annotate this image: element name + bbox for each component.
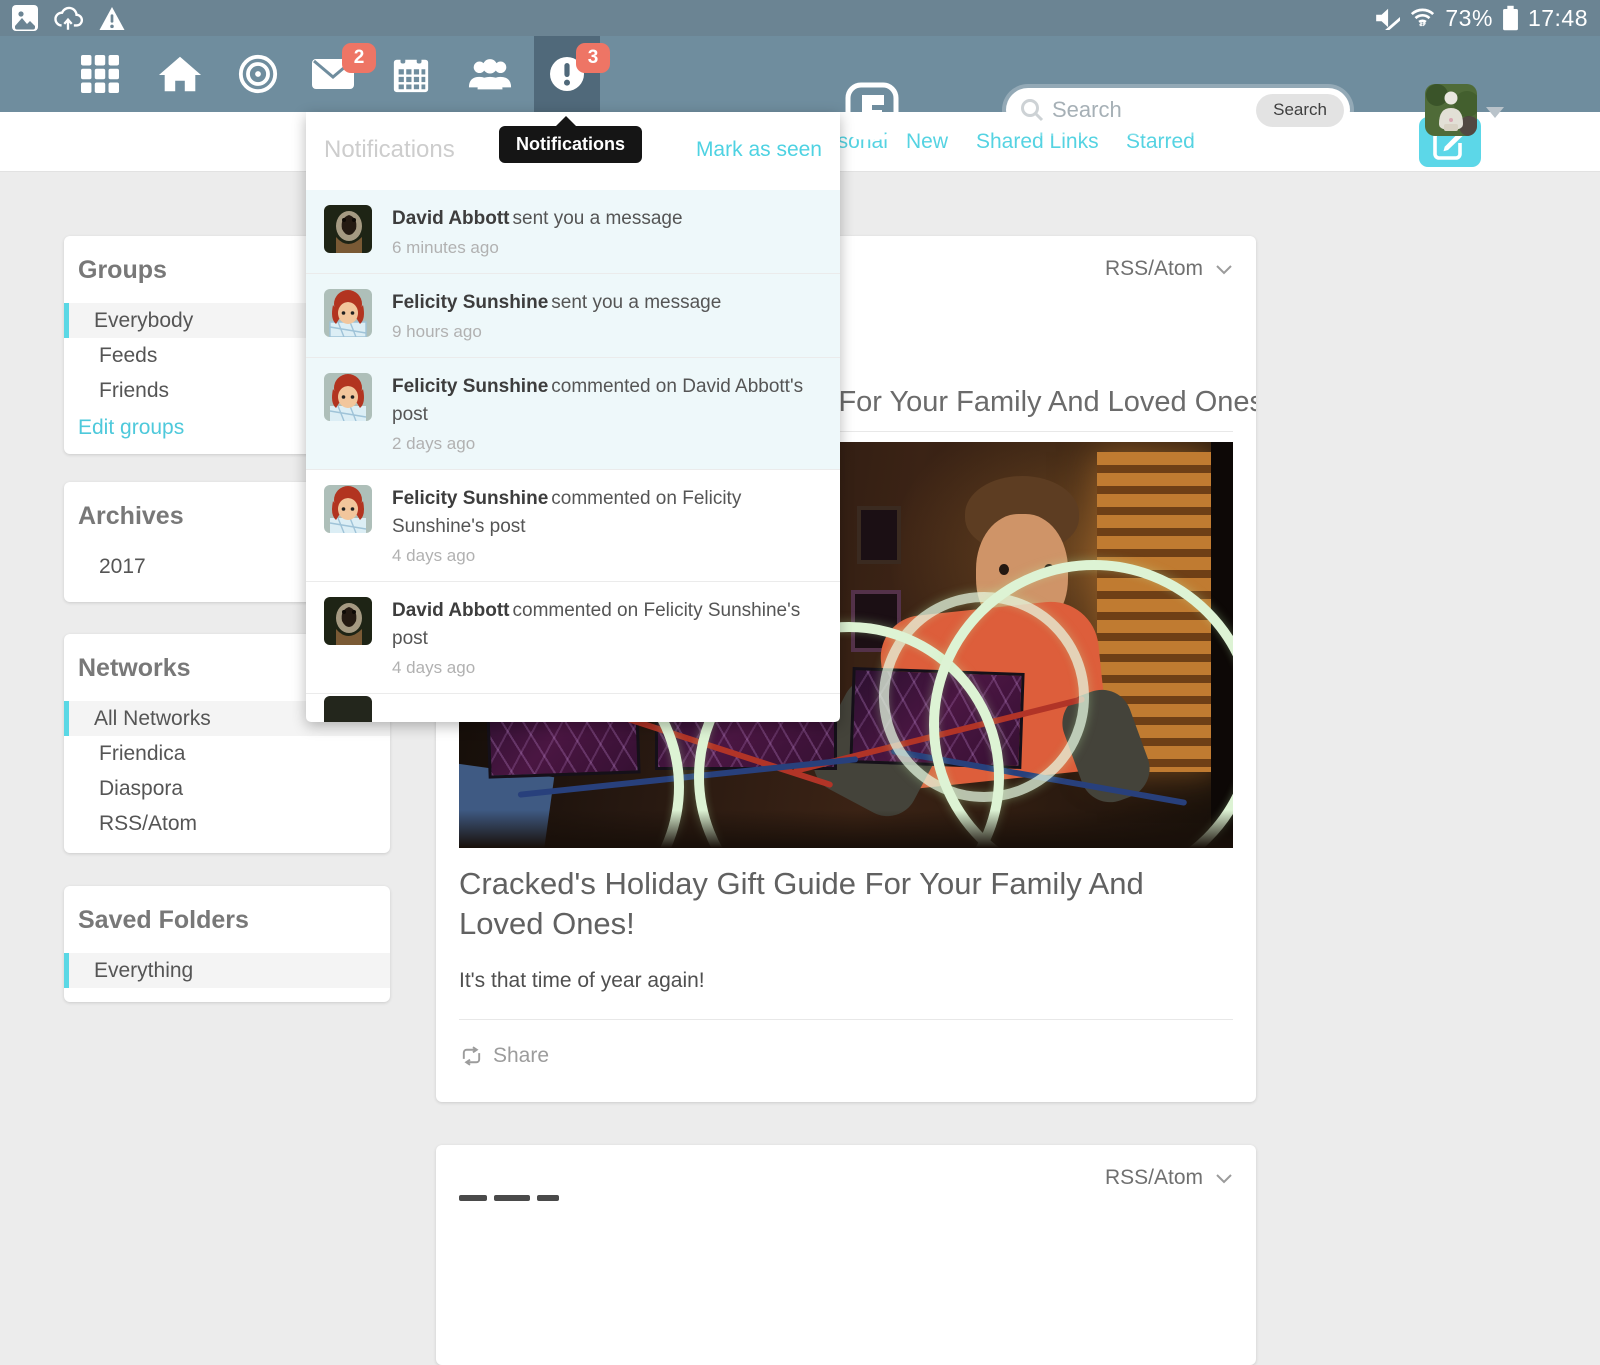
messages-badge: 2 (342, 43, 376, 73)
avatar-clipped (324, 696, 372, 722)
notification-text: Felicity Sunshinecommented on David Abbo… (392, 373, 820, 429)
post-network-label: RSS/Atom (1105, 1166, 1203, 1190)
avatar-monkey (324, 597, 372, 645)
search-box: Search (1006, 88, 1350, 132)
nav-contacts-button[interactable] (457, 36, 523, 112)
avatar-red-haired-girl (324, 289, 372, 337)
search-icon (1020, 98, 1044, 122)
status-bar: 73% 17:48 (0, 0, 1600, 36)
network-friendica[interactable]: Friendica (64, 736, 390, 771)
nav-bar: 2 3 Search (0, 36, 1600, 112)
avatar-red-haired-girl (324, 485, 372, 533)
calendar-icon (391, 53, 431, 95)
nav-messages-button[interactable]: 2 (300, 36, 366, 112)
saved-folders-title: Saved Folders (64, 886, 390, 953)
notification-time: 4 days ago (392, 656, 820, 680)
apps-grid-icon (81, 55, 119, 93)
avatar-monkey (324, 205, 372, 253)
notification-item[interactable]: Felicity Sunshinecommented on Felicity S… (306, 469, 840, 581)
chevron-down-icon (1215, 1173, 1233, 1184)
warning-icon (98, 6, 126, 31)
battery-icon (1502, 5, 1519, 31)
nav-home-button[interactable] (147, 36, 213, 112)
wifi-icon (1409, 6, 1436, 30)
notification-item[interactable]: David Abbottsent you a message 6 minutes… (306, 190, 840, 273)
user-avatar[interactable] (1425, 84, 1477, 136)
post-network-dropdown[interactable]: RSS/Atom (459, 1163, 1233, 1193)
notification-time: 2 days ago (392, 432, 820, 456)
network-diaspora[interactable]: Diaspora (64, 771, 390, 806)
nav-apps-button[interactable] (67, 36, 133, 112)
post-card: RSS/Atom (436, 1145, 1256, 1365)
notification-time: 4 days ago (392, 544, 820, 568)
notification-text: Felicity Sunshinecommented on Felicity S… (392, 485, 820, 541)
share-button[interactable]: Share (459, 1044, 1233, 1068)
share-label: Share (493, 1044, 549, 1068)
tab-new[interactable]: New (906, 112, 948, 172)
mute-icon (1374, 6, 1400, 30)
battery-percent: 73% (1445, 5, 1493, 32)
search-button[interactable]: Search (1256, 94, 1344, 127)
home-icon (158, 54, 202, 94)
chevron-down-icon (1215, 264, 1233, 275)
notification-item[interactable]: David Abbottcommented on Felicity Sunshi… (306, 581, 840, 693)
notification-text: David Abbottsent you a message (392, 205, 820, 233)
link-preview-description: It's that time of year again! (459, 969, 1233, 993)
nav-notifications-button[interactable]: 3 (534, 36, 600, 112)
image-boy-eye (999, 564, 1009, 575)
link-preview-title[interactable]: Cracked's Holiday Gift Guide For Your Fa… (459, 864, 1233, 945)
friendica-logo[interactable] (845, 82, 899, 140)
notification-item-clipped[interactable] (306, 693, 840, 707)
image-picture-frame (857, 506, 901, 564)
mark-as-seen-link[interactable]: Mark as seen (696, 138, 822, 162)
notifications-dropdown: Notifications Mark as seen David Abbotts… (306, 112, 840, 722)
user-menu-caret-icon[interactable] (1486, 107, 1504, 118)
clock: 17:48 (1528, 5, 1588, 32)
folder-everything[interactable]: Everything (64, 953, 390, 988)
divider (459, 1019, 1233, 1020)
share-icon (459, 1046, 484, 1066)
notification-text: Felicity Sunshinesent you a message (392, 289, 820, 317)
saved-folders-panel: Saved Folders Everything (64, 886, 390, 1002)
search-input[interactable] (1052, 97, 1256, 123)
nav-events-button[interactable] (378, 36, 444, 112)
notification-time: 6 minutes ago (392, 236, 820, 260)
notifications-title: Notifications (324, 136, 455, 164)
post-network-label: RSS/Atom (1105, 257, 1203, 281)
image-floor-shadow (459, 810, 1233, 848)
status-left-icons (12, 5, 126, 31)
notifications-tooltip: Notifications (499, 126, 642, 163)
notification-time: 9 hours ago (392, 320, 820, 344)
cloud-upload-icon (52, 5, 84, 31)
contacts-icon (467, 54, 513, 94)
bullseye-icon (237, 53, 279, 95)
nav-network-button[interactable] (225, 36, 291, 112)
image-icon (12, 5, 38, 31)
avatar-red-haired-girl (324, 373, 372, 421)
notification-item[interactable]: Felicity Sunshinesent you a message 9 ho… (306, 273, 840, 357)
partial-text-sliver (459, 1195, 559, 1201)
status-right-icons: 73% 17:48 (1374, 5, 1588, 32)
notification-text: David Abbottcommented on Felicity Sunshi… (392, 597, 820, 653)
network-rss-atom[interactable]: RSS/Atom (64, 806, 390, 841)
notification-item[interactable]: Felicity Sunshinecommented on David Abbo… (306, 357, 840, 469)
notifications-badge: 3 (576, 43, 610, 73)
